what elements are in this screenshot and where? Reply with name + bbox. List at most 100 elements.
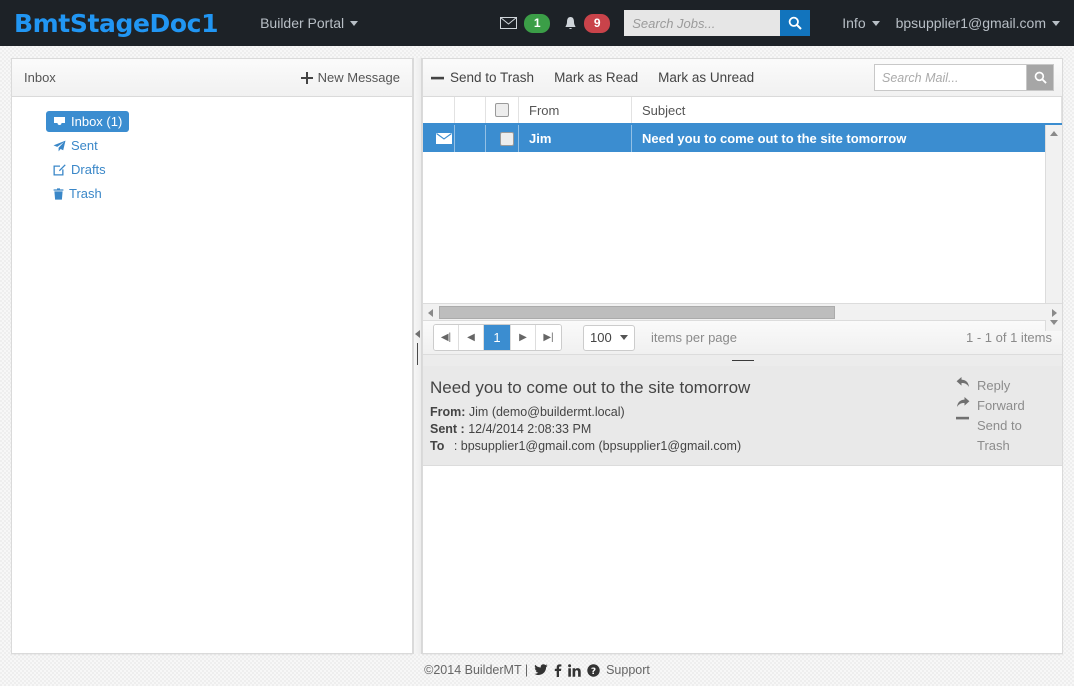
reply-arrow-icon xyxy=(956,376,970,388)
pager-buttons: ◀| ◀ 1 ▶ ▶| xyxy=(433,324,562,351)
column-subject[interactable]: Subject xyxy=(632,97,1062,123)
search-jobs-button[interactable] xyxy=(780,10,811,36)
nav-info-label: Info xyxy=(842,15,866,31)
scroll-up-arrow-icon[interactable] xyxy=(1050,131,1058,136)
grid-horizontal-scrollbar[interactable] xyxy=(423,303,1062,320)
trash-icon xyxy=(53,187,64,200)
row-select-cell[interactable] xyxy=(486,125,519,152)
row-attachment-cell xyxy=(455,125,486,152)
sidebar-item-trash-label: Trash xyxy=(69,186,102,201)
mark-as-read-button[interactable]: Mark as Read xyxy=(554,70,638,85)
sidebar-item-drafts[interactable]: Drafts xyxy=(46,159,113,180)
nav-builder-portal-dropdown[interactable]: Builder Portal xyxy=(260,15,359,31)
search-jobs-input[interactable] xyxy=(624,10,781,36)
mail-folders-panel: Inbox New Message Inbox (1) Sent Drafts … xyxy=(11,58,413,654)
message-sent-label: Sent : xyxy=(430,422,465,436)
next-page-button[interactable]: ▶ xyxy=(511,325,536,350)
nav-right-group: 1 9 Info bpsupplier1@gmail.com xyxy=(500,10,1074,36)
send-to-trash-button[interactable]: Send to Trash xyxy=(956,416,1048,456)
svg-text:?: ? xyxy=(591,667,596,677)
row-subject-cell: Need you to come out to the site tomorro… xyxy=(632,125,1062,152)
page-number-button[interactable]: 1 xyxy=(484,325,511,350)
table-row[interactable]: Jim Need you to come out to the site tom… xyxy=(423,125,1062,152)
select-all-column[interactable] xyxy=(486,97,519,123)
nav-builder-portal-label: Builder Portal xyxy=(260,15,345,31)
support-link[interactable]: Support xyxy=(606,663,650,677)
chevron-down-icon xyxy=(871,20,880,26)
message-from-label: From: xyxy=(430,405,466,419)
question-circle-icon[interactable]: ? xyxy=(587,663,600,677)
folder-row: Sent xyxy=(46,135,412,159)
sidebar-item-drafts-label: Drafts xyxy=(71,162,106,177)
send-to-trash-button[interactable]: Send to Trash xyxy=(431,70,534,85)
reply-button[interactable]: Reply xyxy=(956,376,1048,396)
bell-icon[interactable] xyxy=(564,16,577,31)
envelope-icon xyxy=(435,133,452,144)
envelope-icon[interactable] xyxy=(500,17,518,29)
scroll-down-arrow-icon[interactable] xyxy=(1050,320,1058,325)
horizontal-scroll-thumb[interactable] xyxy=(439,306,835,319)
row-from-cell: Jim xyxy=(519,125,632,152)
horizontal-splitter[interactable] xyxy=(423,355,1062,366)
search-mail-input[interactable] xyxy=(874,64,1026,91)
pencil-square-icon xyxy=(53,163,66,176)
footer-copyright: ©2014 BuilderMT | xyxy=(424,663,529,677)
minus-icon xyxy=(956,416,970,420)
nav-account-dropdown[interactable]: bpsupplier1@gmail.com xyxy=(896,15,1060,31)
sidebar-item-sent[interactable]: Sent xyxy=(46,135,105,156)
page-size-select[interactable]: 100 xyxy=(583,324,635,351)
mark-as-unread-button[interactable]: Mark as Unread xyxy=(658,70,754,85)
nav-account-label: bpsupplier1@gmail.com xyxy=(895,15,1046,31)
linkedin-icon[interactable] xyxy=(568,663,581,677)
notification-count-badge[interactable]: 9 xyxy=(584,13,611,33)
mail-grid: From Subject Jim Need you to come out to… xyxy=(423,97,1062,331)
page-footer: ©2014 BuilderMT | ? Support xyxy=(0,654,1074,686)
mail-toolbar: Send to Trash Mark as Read Mark as Unrea… xyxy=(423,59,1062,97)
job-search-group xyxy=(624,10,811,36)
sidebar-item-trash[interactable]: Trash xyxy=(46,183,109,204)
prev-page-button[interactable]: ◀ xyxy=(459,325,484,350)
message-detail-header: Need you to come out to the site tomorro… xyxy=(423,366,1062,466)
twitter-icon[interactable] xyxy=(534,664,548,676)
nav-info-dropdown[interactable]: Info xyxy=(842,15,880,31)
row-status-cell xyxy=(423,125,455,152)
reply-label: Reply xyxy=(977,378,1011,393)
send-to-trash-label: Send to Trash xyxy=(977,418,1022,453)
mail-count-badge[interactable]: 1 xyxy=(524,13,551,33)
splitter-grip xyxy=(731,360,754,361)
sidebar-item-inbox[interactable]: Inbox (1) xyxy=(46,111,130,132)
sidebar-item-inbox-label: Inbox (1) xyxy=(71,114,123,129)
row-checkbox[interactable] xyxy=(500,131,514,146)
grid-vertical-scrollbar[interactable] xyxy=(1045,125,1062,331)
column-from[interactable]: From xyxy=(519,97,632,123)
collapse-left-arrow-icon[interactable] xyxy=(415,330,420,338)
splitter-grip xyxy=(417,343,418,365)
search-mail-button[interactable] xyxy=(1026,64,1054,91)
forward-label: Forward xyxy=(977,398,1025,413)
forward-arrow-icon xyxy=(956,396,970,408)
mail-grid-header: From Subject xyxy=(423,97,1062,125)
chevron-down-icon xyxy=(1052,20,1060,26)
brand-logo[interactable]: BmtStageDoc1 xyxy=(14,9,218,38)
chevron-down-icon xyxy=(620,335,628,340)
vertical-splitter[interactable] xyxy=(413,58,422,654)
new-message-button[interactable]: New Message xyxy=(300,70,400,85)
mail-grid-body: Jim Need you to come out to the site tom… xyxy=(423,125,1062,303)
mail-search-group xyxy=(874,64,1054,91)
message-from-value: Jim (demo@buildermt.local) xyxy=(468,405,625,419)
folder-row: Drafts xyxy=(46,159,412,183)
select-all-checkbox[interactable] xyxy=(495,103,509,117)
scroll-right-arrow-icon[interactable] xyxy=(1052,309,1057,317)
forward-button[interactable]: Forward xyxy=(956,396,1048,416)
facebook-icon[interactable] xyxy=(554,663,562,677)
top-navigation-bar: BmtStageDoc1 Builder Portal 1 9 Info bps… xyxy=(0,0,1074,46)
scroll-left-arrow-icon[interactable] xyxy=(428,309,433,317)
minus-icon xyxy=(431,76,444,80)
paper-plane-icon xyxy=(53,140,66,152)
send-to-trash-label: Send to Trash xyxy=(450,70,535,85)
left-panel-header: Inbox New Message xyxy=(12,59,412,97)
message-sent-value: 12/4/2014 2:08:33 PM xyxy=(468,422,592,436)
column-status xyxy=(423,97,455,123)
last-page-button[interactable]: ▶| xyxy=(536,325,561,350)
first-page-button[interactable]: ◀| xyxy=(434,325,459,350)
